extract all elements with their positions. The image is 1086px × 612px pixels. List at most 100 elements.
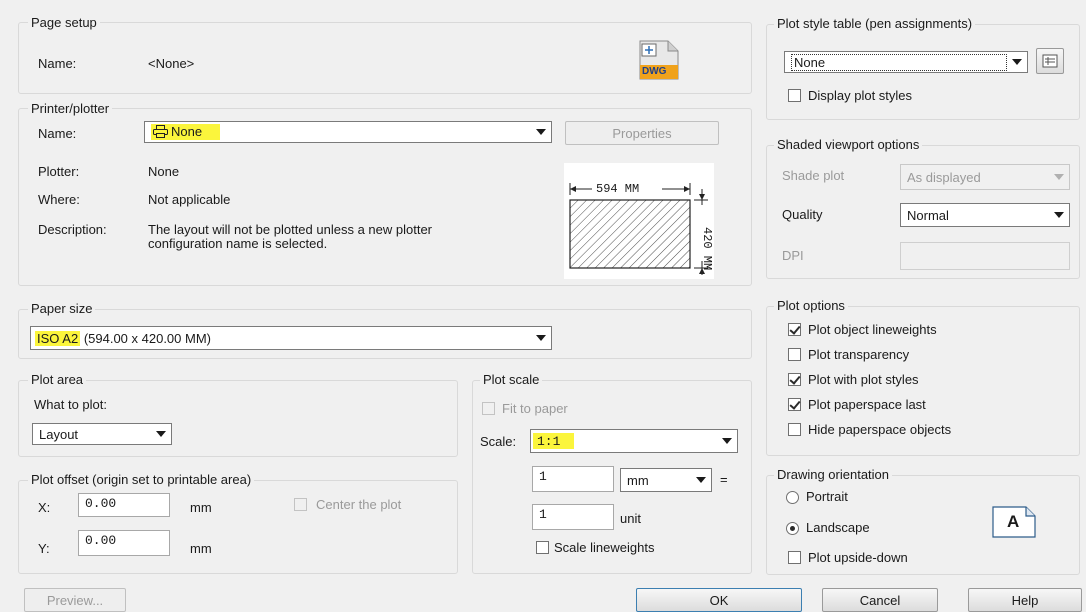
dwg-icon-text: DWG	[642, 66, 667, 77]
plot-area-group	[18, 380, 458, 457]
orientation-icon: A	[992, 506, 1036, 538]
what-to-plot-label: What to plot:	[34, 397, 107, 412]
plot-option-checkbox[interactable]	[788, 423, 801, 436]
scale-lineweights-label: Scale lineweights	[554, 540, 655, 555]
x-unit: mm	[190, 500, 212, 515]
shade-plot-label: Shade plot	[782, 168, 845, 183]
printer-plotter-label: Printer/plotter	[28, 101, 113, 116]
chevron-down-icon	[1049, 204, 1069, 226]
plot-style-value: None	[791, 53, 1007, 71]
properties-button[interactable]: Properties	[565, 121, 719, 145]
help-button[interactable]: Help	[968, 588, 1082, 612]
ok-button[interactable]: OK	[636, 588, 802, 612]
y-offset-input[interactable]: 0.00	[78, 530, 170, 556]
scale-value-2-input[interactable]: 1	[532, 504, 614, 530]
chevron-down-icon	[531, 327, 551, 349]
fit-to-paper-label: Fit to paper	[502, 401, 568, 416]
paper-size-select[interactable]: ISO A2 (594.00 x 420.00 MM)	[30, 326, 552, 350]
scale-value: 1:1	[533, 433, 575, 449]
plotter-label: Plotter:	[38, 164, 80, 179]
description-line-2: configuration name is selected.	[148, 236, 328, 251]
chevron-down-icon	[531, 122, 551, 142]
scale-value-1-input[interactable]: 1	[532, 466, 614, 492]
quality-value: Normal	[907, 207, 949, 223]
chevron-down-icon	[1007, 52, 1027, 72]
plot-style-table-label: Plot style table (pen assignments)	[774, 16, 976, 31]
plot-style-select[interactable]: None	[784, 51, 1028, 73]
plot-option-checkbox[interactable]	[788, 373, 801, 386]
chevron-down-icon	[717, 430, 737, 452]
upside-down-label: Plot upside-down	[808, 550, 908, 565]
plot-scale-label: Plot scale	[480, 372, 543, 387]
page-setup-name-label: Name:	[38, 56, 77, 71]
cancel-button[interactable]: Cancel	[822, 588, 938, 612]
scale-unit-select[interactable]: mm	[620, 468, 712, 492]
plot-option-label: Plot transparency	[808, 347, 910, 362]
printer-name-value: None	[171, 123, 203, 139]
plotter-value: None	[148, 164, 180, 179]
portrait-radio[interactable]	[786, 491, 799, 504]
upside-down-checkbox[interactable]	[788, 551, 801, 564]
x-label: X:	[38, 500, 51, 515]
plot-option-label: Plot with plot styles	[808, 372, 919, 387]
what-to-plot-value: Layout	[39, 426, 79, 442]
plot-option-label: Plot object lineweights	[808, 322, 937, 337]
center-plot-label: Center the plot	[316, 497, 402, 512]
scale-label: Scale:	[480, 434, 517, 449]
plot-option-checkbox[interactable]	[788, 348, 801, 361]
landscape-radio[interactable]	[786, 522, 799, 535]
portrait-label: Portrait	[806, 489, 848, 504]
paper-preview: 594 MM 420 MM	[564, 163, 714, 279]
paper-size-highlight: ISO A2	[35, 330, 81, 346]
preview-width-label: 594 MM	[596, 182, 640, 196]
center-plot-checkbox[interactable]	[294, 498, 307, 511]
scale-lineweights-checkbox[interactable]	[536, 541, 549, 554]
quality-select[interactable]: Normal	[900, 203, 1070, 227]
scale-unit-value: mm	[627, 472, 649, 488]
scale-unit-2: unit	[620, 511, 641, 526]
shaded-viewport-label: Shaded viewport options	[774, 137, 923, 152]
preview-button[interactable]: Preview...	[24, 588, 126, 612]
scale-select[interactable]: 1:1	[530, 429, 738, 453]
orientation-icon-letter: A	[1007, 512, 1020, 531]
plot-options-label: Plot options	[774, 298, 848, 313]
plot-option-checkbox[interactable]	[788, 398, 801, 411]
equals-sign: =	[720, 472, 728, 487]
preview-height-label: 420 MM	[700, 227, 714, 271]
chevron-down-icon	[1049, 165, 1069, 189]
description-line-1: The layout will not be plotted unless a …	[148, 222, 433, 237]
display-plot-styles-checkbox[interactable]	[788, 89, 801, 102]
paper-size-rest: (594.00 x 420.00 MM)	[80, 330, 211, 346]
edit-table-icon	[1042, 54, 1058, 68]
printer-name-label: Name:	[38, 126, 77, 141]
paper-size-label: Paper size	[28, 301, 96, 316]
drawing-orientation-label: Drawing orientation	[774, 467, 893, 482]
plot-option-label: Hide paperspace objects	[808, 422, 952, 437]
landscape-label: Landscape	[806, 520, 870, 535]
y-label: Y:	[38, 541, 50, 556]
plot-offset-label: Plot offset (origin set to printable are…	[28, 472, 255, 487]
shade-plot-select[interactable]: As displayed	[900, 164, 1070, 190]
description-label: Description:	[38, 222, 107, 237]
shade-plot-value: As displayed	[907, 169, 981, 185]
page-setup-label: Page setup	[28, 15, 100, 30]
dpi-input[interactable]	[900, 242, 1070, 270]
x-offset-input[interactable]: 0.00	[78, 493, 170, 517]
printer-name-select[interactable]: None	[144, 121, 552, 143]
where-value: Not applicable	[148, 192, 231, 207]
plot-option-checkbox[interactable]	[788, 323, 801, 336]
printer-icon	[153, 124, 168, 141]
plot-option-label: Plot paperspace last	[808, 397, 926, 412]
quality-label: Quality	[782, 207, 823, 222]
plot-style-edit-button[interactable]	[1036, 48, 1064, 74]
chevron-down-icon	[691, 469, 711, 491]
where-label: Where:	[38, 192, 80, 207]
chevron-down-icon	[151, 424, 171, 444]
page-setup-name-value: <None>	[148, 56, 195, 71]
display-plot-styles-label: Display plot styles	[808, 88, 913, 103]
dwg-file-icon: DWG	[638, 40, 680, 80]
fit-to-paper-checkbox[interactable]	[482, 402, 495, 415]
y-unit: mm	[190, 541, 212, 556]
what-to-plot-select[interactable]: Layout	[32, 423, 172, 445]
dpi-label: DPI	[782, 248, 804, 263]
